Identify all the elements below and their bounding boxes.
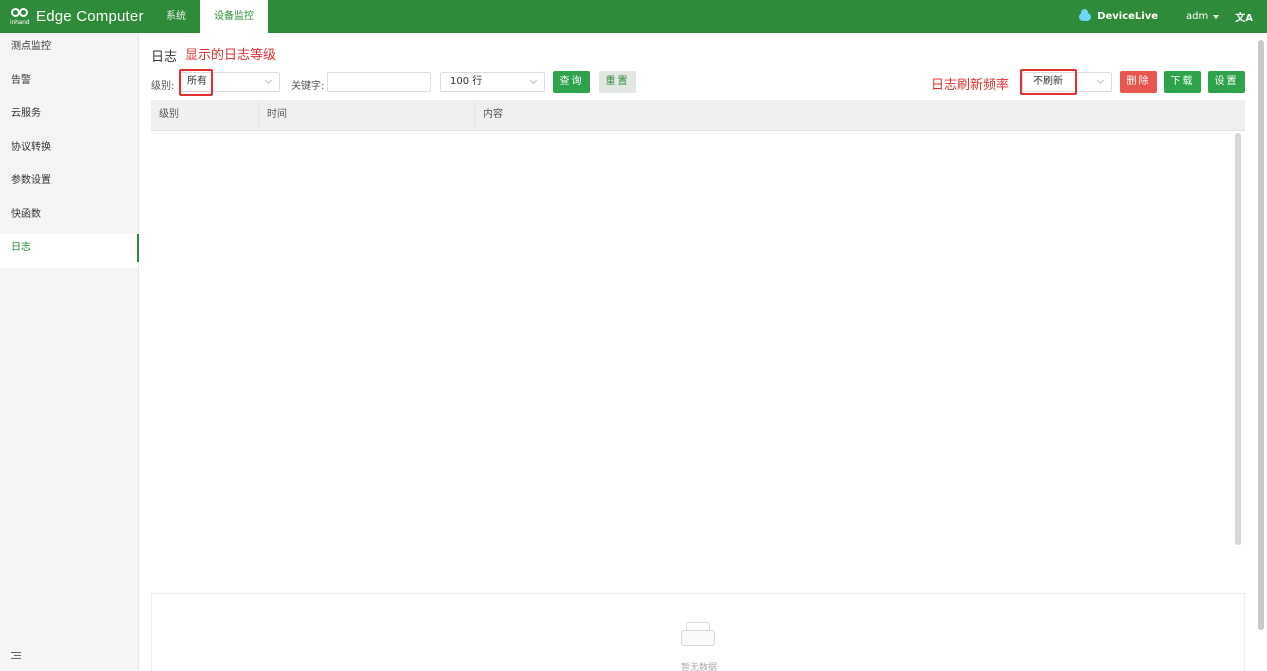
level-highlight-box (179, 69, 213, 96)
sidebar-item-alarm[interactable]: 告警 (0, 67, 138, 101)
empty-inbox-icon (681, 622, 715, 646)
keyword-label: 关键字: (291, 81, 325, 92)
sidebar-collapse-icon[interactable] (11, 652, 21, 661)
column-level[interactable]: 级别 (151, 100, 259, 130)
chevron-down-icon (264, 76, 273, 85)
devicelive-link[interactable]: DeviceLive (1079, 8, 1159, 22)
chevron-down-icon (1096, 76, 1105, 85)
main-content: 日志 显示的日志等级 日志刷新频率 级别: 所有 关键字: 100 行 查询 重… (140, 33, 1258, 671)
top-nav: 系统 设备监控 (152, 0, 268, 33)
chevron-down-icon (529, 76, 538, 85)
user-menu[interactable]: adm (1186, 11, 1220, 22)
column-time[interactable]: 时间 (259, 100, 475, 130)
caret-down-icon (1213, 14, 1220, 19)
column-content[interactable]: 内容 (475, 100, 1245, 130)
refresh-highlight-box (1020, 69, 1077, 95)
keyword-input[interactable] (327, 72, 431, 92)
inhand-logo-icon: inhand (10, 6, 32, 28)
empty-text: 暂无数据 (680, 663, 717, 671)
devicelive-label: DeviceLive (1097, 11, 1159, 22)
delete-button[interactable]: 删除 (1120, 71, 1157, 93)
rows-select[interactable]: 100 行 (440, 72, 545, 92)
app-title: Edge Computer (36, 8, 144, 25)
empty-state: 暂无数据 (151, 593, 1245, 671)
logo[interactable]: inhand Edge Computer (0, 0, 150, 33)
logo-sub: inhand (10, 18, 30, 26)
settings-button[interactable]: 设置 (1208, 71, 1245, 93)
top-nav-system[interactable]: 系统 (152, 0, 200, 33)
page-title: 日志 (151, 50, 178, 65)
top-bar: inhand Edge Computer 系统 设备监控 DeviceLive … (0, 0, 1267, 33)
sidebar-item-log[interactable]: 日志 (0, 234, 139, 268)
sidebar-item-parameter-settings[interactable]: 参数设置 (0, 167, 138, 201)
sidebar-item-quick-function[interactable]: 快函数 (0, 201, 138, 235)
annotation-log-level: 显示的日志等级 (185, 48, 277, 63)
top-nav-device-monitor[interactable]: 设备监控 (200, 0, 268, 33)
language-icon[interactable]: 文A (1235, 9, 1253, 24)
sidebar-item-measure-monitor[interactable]: 测点监控 (0, 33, 138, 67)
level-label: 级别: (151, 81, 175, 92)
annotation-refresh-rate: 日志刷新频率 (931, 78, 1010, 93)
log-table-header: 级别 时间 内容 (151, 100, 1245, 131)
sidebar: 测点监控 告警 云服务 协议转换 参数设置 快函数 日志 (0, 33, 139, 671)
top-right: DeviceLive adm 文A (1079, 0, 1267, 33)
table-scrollbar[interactable] (1235, 133, 1241, 545)
sidebar-item-protocol-convert[interactable]: 协议转换 (0, 134, 138, 168)
download-button[interactable]: 下载 (1164, 71, 1201, 93)
page-scrollbar[interactable] (1258, 40, 1264, 630)
query-button[interactable]: 查询 (553, 71, 590, 93)
reset-button[interactable]: 重置 (599, 71, 636, 93)
sidebar-item-cloud-service[interactable]: 云服务 (0, 100, 138, 134)
user-name: adm (1186, 11, 1209, 22)
rows-select-value: 100 行 (450, 76, 483, 87)
log-table-body (151, 131, 1245, 593)
cloud-icon (1079, 8, 1092, 21)
